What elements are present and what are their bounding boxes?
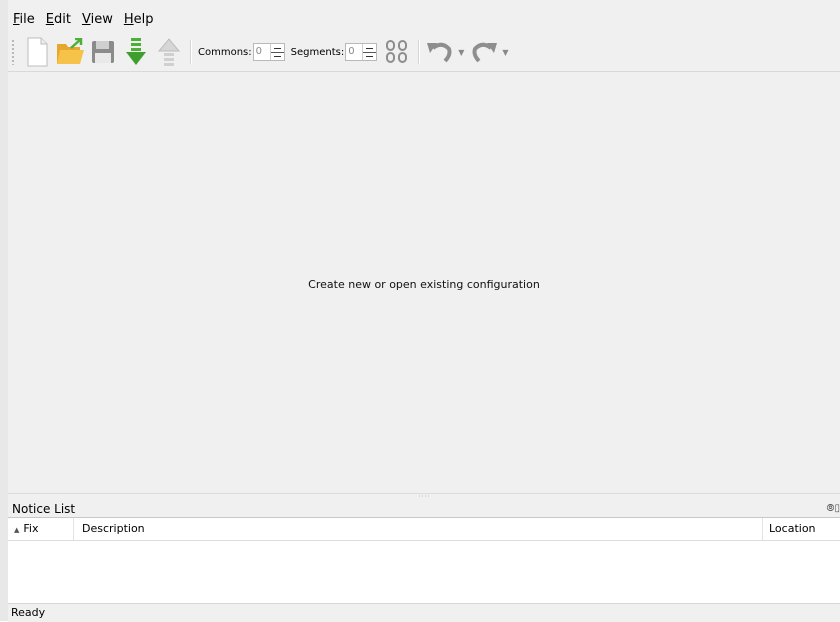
toolbar-separator: [190, 40, 192, 64]
commons-spin-arrows[interactable]: [269, 44, 284, 61]
menu-help[interactable]: Help: [119, 9, 159, 31]
import-arrow-down-icon: [126, 38, 146, 65]
save-icon: [92, 41, 114, 63]
dock-splitter[interactable]: [8, 493, 840, 500]
dock-float-close-icon[interactable]: ⦾▯: [826, 503, 840, 514]
column-header-location[interactable]: Location: [763, 518, 840, 540]
empty-state-message: Create new or open existing configuratio…: [308, 277, 540, 291]
segments-input[interactable]: [346, 44, 363, 60]
new-file-icon: [27, 37, 48, 67]
export-button[interactable]: [153, 35, 185, 69]
undo-icon: [427, 42, 452, 63]
undo-dropdown-icon[interactable]: ▼: [458, 48, 464, 57]
splitter-handle-icon: [418, 495, 430, 497]
column-header-description[interactable]: Description: [74, 518, 763, 540]
export-arrow-up-icon: [157, 38, 181, 66]
editor-area: Create new or open existing configuratio…: [8, 72, 840, 492]
menu-help-mnemonic: H: [123, 12, 134, 27]
new-button[interactable]: [21, 35, 53, 69]
commons-label: Commons:: [198, 46, 252, 58]
notice-list-table: ▲ Fix Description Location: [8, 517, 840, 604]
redo-icon: [472, 42, 498, 63]
commons-input[interactable]: [253, 44, 270, 60]
menu-file[interactable]: File: [8, 9, 40, 31]
menu-edit[interactable]: Edit: [41, 9, 76, 31]
status-text: Ready: [11, 606, 46, 619]
segments-spin-arrows[interactable]: [362, 44, 377, 61]
redo-button[interactable]: [468, 35, 500, 69]
menu-view-mnemonic: V: [81, 12, 91, 27]
redo-dropdown-icon[interactable]: ▼: [502, 48, 508, 57]
column-fix-label: Fix: [23, 522, 39, 535]
menu-help-label: elp: [133, 12, 154, 27]
menu-view[interactable]: View: [77, 9, 118, 31]
menu-edit-mnemonic: E: [45, 12, 54, 27]
config-code-icon: [386, 40, 408, 63]
import-button[interactable]: [120, 35, 152, 69]
menu-file-label: ile: [19, 12, 35, 27]
segments-increment[interactable]: [363, 44, 376, 52]
open-folder-icon: [57, 38, 84, 64]
commons-spinbox[interactable]: [252, 43, 285, 61]
menu-edit-label: dit: [54, 12, 71, 27]
commons-decrement[interactable]: [270, 51, 284, 61]
main-toolbar: Commons: Segments:: [8, 33, 840, 72]
sort-ascending-icon: ▲: [14, 526, 20, 534]
open-button[interactable]: [54, 35, 86, 69]
undo-button[interactable]: [424, 35, 456, 69]
segments-label: Segments:: [290, 46, 345, 58]
config-button[interactable]: [381, 35, 413, 69]
status-bar: Ready: [8, 603, 840, 622]
menu-view-label: iew: [90, 12, 113, 27]
notice-list-title: Notice List: [12, 502, 76, 516]
save-button[interactable]: [87, 35, 119, 69]
table-header: ▲ Fix Description Location: [8, 518, 840, 541]
app-window: File Edit View Help Commons: 0 Segments:…: [0, 0, 840, 622]
menu-bar: File Edit View Help: [8, 9, 840, 31]
toolbar-grip[interactable]: [11, 39, 15, 65]
column-header-fix[interactable]: ▲ Fix: [8, 518, 74, 540]
toolbar-separator: [418, 40, 421, 64]
segments-decrement[interactable]: [363, 51, 377, 61]
segments-spinbox[interactable]: [345, 43, 378, 61]
commons-increment[interactable]: [271, 44, 284, 52]
